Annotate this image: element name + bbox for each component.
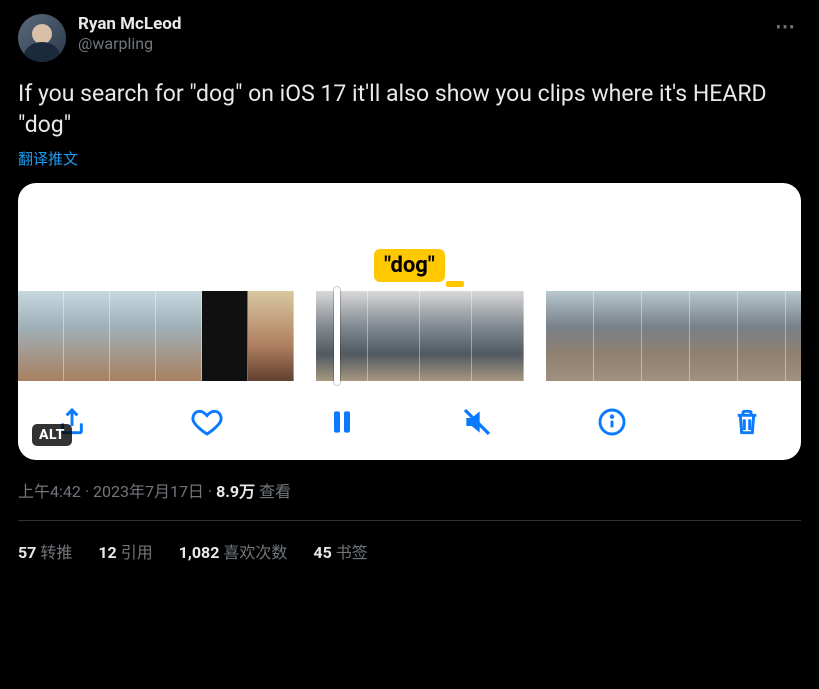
info-icon[interactable] bbox=[594, 404, 630, 440]
views-count: 8.9万 bbox=[216, 482, 255, 501]
pause-icon[interactable] bbox=[324, 404, 360, 440]
trash-icon[interactable] bbox=[729, 404, 765, 440]
playhead[interactable] bbox=[334, 287, 340, 385]
video-frame bbox=[642, 291, 690, 381]
tweet-meta: 上午4:42 · 2023年7月17日 · 8.9万 查看 bbox=[18, 478, 801, 502]
video-frame bbox=[594, 291, 642, 381]
meta-separator: · bbox=[81, 482, 93, 501]
video-frame bbox=[156, 291, 202, 381]
video-frame bbox=[420, 291, 472, 381]
mute-icon[interactable] bbox=[459, 404, 495, 440]
video-frame bbox=[248, 291, 294, 381]
video-frame bbox=[690, 291, 738, 381]
post-time[interactable]: 上午4:42 bbox=[18, 482, 81, 501]
clip-group-3[interactable] bbox=[546, 291, 801, 381]
tweet-container: Ryan McLeod @warpling ⋯ If you search fo… bbox=[0, 0, 819, 577]
more-icon[interactable]: ⋯ bbox=[771, 14, 801, 38]
video-frame bbox=[316, 291, 368, 381]
avatar[interactable] bbox=[18, 14, 66, 62]
meta-separator: · bbox=[204, 482, 216, 501]
stats-row: 57转推 12引用 1,082喜欢次数 45书签 bbox=[18, 521, 801, 563]
retweets-stat[interactable]: 57转推 bbox=[18, 539, 72, 563]
video-timeline[interactable] bbox=[18, 288, 801, 386]
views-label: 查看 bbox=[259, 482, 291, 501]
alt-badge[interactable]: ALT bbox=[32, 424, 72, 446]
video-frame bbox=[64, 291, 110, 381]
video-frame bbox=[110, 291, 156, 381]
bookmarks-stat[interactable]: 45书签 bbox=[313, 539, 367, 563]
author-block[interactable]: Ryan McLeod @warpling bbox=[78, 14, 759, 53]
video-frame bbox=[546, 291, 594, 381]
tweet-header: Ryan McLeod @warpling ⋯ bbox=[18, 14, 801, 62]
video-frame bbox=[786, 291, 801, 381]
tweet-text: If you search for "dog" on iOS 17 it'll … bbox=[18, 78, 801, 140]
video-frame bbox=[18, 291, 64, 381]
video-frame bbox=[368, 291, 420, 381]
media-attachment[interactable]: "dog" bbox=[18, 183, 801, 460]
video-frame bbox=[472, 291, 524, 381]
display-name: Ryan McLeod bbox=[78, 14, 759, 34]
likes-stat[interactable]: 1,082喜欢次数 bbox=[179, 539, 288, 563]
clip-group-2[interactable] bbox=[316, 291, 524, 381]
heart-icon[interactable] bbox=[189, 404, 225, 440]
video-frame bbox=[738, 291, 786, 381]
video-frame bbox=[202, 291, 248, 381]
clip-group-1[interactable] bbox=[18, 291, 294, 381]
user-handle: @warpling bbox=[78, 34, 759, 53]
quotes-stat[interactable]: 12引用 bbox=[98, 539, 152, 563]
media-toolbar bbox=[18, 386, 801, 450]
keyword-tag: "dog" bbox=[374, 249, 445, 282]
post-date[interactable]: 2023年7月17日 bbox=[93, 482, 204, 501]
media-header: "dog" bbox=[18, 183, 801, 288]
translate-link[interactable]: 翻译推文 bbox=[18, 148, 78, 169]
